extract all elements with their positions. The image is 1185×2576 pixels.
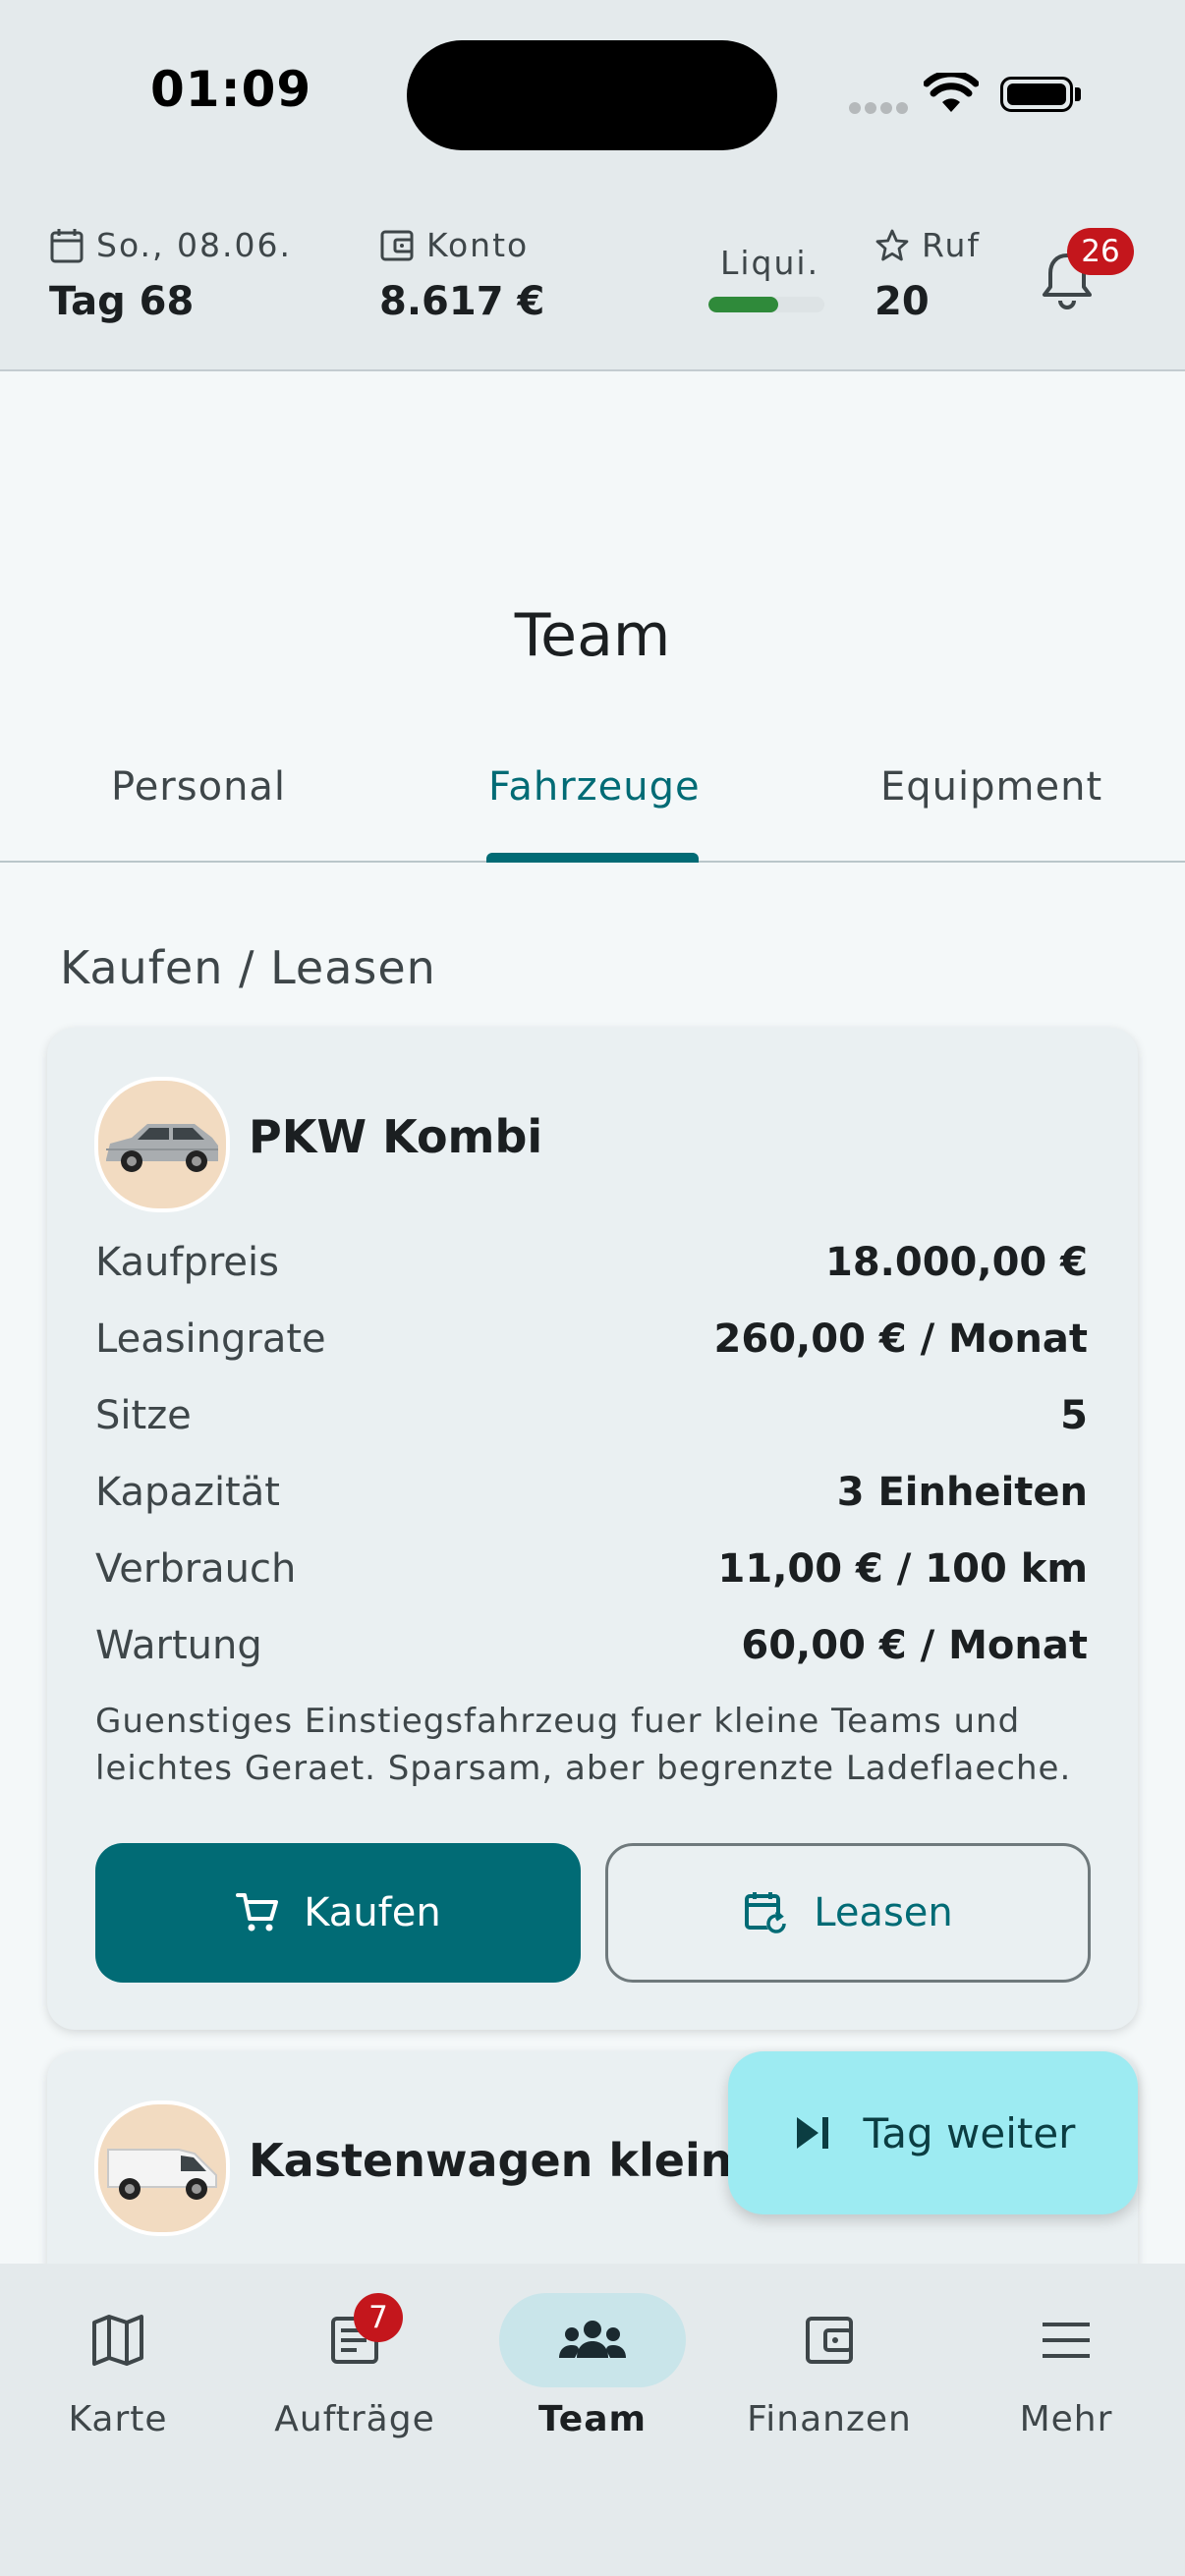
station-wagon-icon <box>106 1124 218 1172</box>
spec-row: Verbrauch 11,00 € / 100 km <box>95 1546 1088 1605</box>
page-title: Team <box>514 601 671 670</box>
spec-row: Wartung 60,00 € / Monat <box>95 1623 1088 1682</box>
van-image <box>94 2100 230 2236</box>
spec-value: 260,00 € / Monat <box>713 1316 1088 1362</box>
clock: 01:09 <box>150 61 312 118</box>
reputation-value: 20 <box>875 279 930 324</box>
status-bar: 01:09 <box>0 0 1185 196</box>
nav-auftraege[interactable]: Aufträge <box>237 2264 473 2460</box>
cart-icon <box>236 1893 279 1932</box>
liquidity-bar <box>708 297 824 312</box>
section-title: Kaufen / Leasen <box>60 941 436 994</box>
spec-value: 60,00 € / Monat <box>741 1623 1088 1668</box>
date-stat: So., 08.06. <box>49 226 292 264</box>
wallet-icon <box>380 230 414 260</box>
liquidity-bar-fill <box>708 297 778 312</box>
next-day-button[interactable]: Tag weiter <box>728 2051 1138 2214</box>
vehicle-description: Guenstiges Einstiegsfahrzeug fuer kleine… <box>95 1702 1072 1788</box>
vehicle-card: PKW Kombi Kaufpreis 18.000,00 € Leasingra… <box>47 1028 1138 2030</box>
menu-icon <box>1043 2323 1090 2358</box>
spec-row: Sitze 5 <box>95 1393 1088 1452</box>
reputation-stat: Ruf <box>875 226 981 264</box>
spec-label: Verbrauch <box>95 1546 297 1592</box>
spec-label: Sitze <box>95 1393 192 1438</box>
next-day-label: Tag weiter <box>863 2108 1076 2157</box>
date-label: So., 08.06. <box>96 226 292 264</box>
map-icon <box>92 2315 143 2366</box>
game-stats-header: So., 08.06. Tag 68 Konto 8.617 € Liqui. … <box>0 196 1185 371</box>
nav-label: Karte <box>68 2399 168 2439</box>
wallet-icon <box>806 2317 853 2364</box>
skip-next-icon <box>796 2117 828 2149</box>
nav-karte[interactable]: Karte <box>0 2264 236 2460</box>
account-stat: Konto <box>379 226 529 264</box>
battery-icon <box>1000 77 1073 112</box>
buy-button[interactable]: Kaufen <box>95 1843 581 1983</box>
spec-label: Leasingrate <box>95 1316 326 1362</box>
account-value: 8.617 € <box>379 279 545 324</box>
spec-label: Kaufpreis <box>95 1240 279 1285</box>
dynamic-island <box>407 40 777 150</box>
spec-value: 3 Einheiten <box>836 1470 1088 1515</box>
nav-team[interactable]: Team <box>475 2264 710 2460</box>
buy-button-label: Kaufen <box>304 1890 441 1935</box>
bottom-navigation: Karte Aufträge 7 Team Finanzen Mehr <box>0 2264 1185 2576</box>
vehicle-name: PKW Kombi <box>249 1110 543 1163</box>
spec-label: Kapazität <box>95 1470 280 1515</box>
orders-badge: 7 <box>354 2293 403 2342</box>
tab-bar: Personal Fahrzeuge Equipment <box>0 727 1185 863</box>
car-image <box>94 1077 230 1212</box>
team-icon <box>559 2321 626 2358</box>
nav-label: Team <box>538 2399 647 2439</box>
spec-value: 5 <box>1060 1393 1088 1438</box>
calendar-repeat-icon <box>745 1892 787 1933</box>
reputation-label: Ruf <box>922 226 981 264</box>
nav-label: Aufträge <box>274 2399 435 2439</box>
spec-row: Kapazität 3 Einheiten <box>95 1470 1088 1529</box>
tab-personal[interactable]: Personal <box>111 764 286 810</box>
spec-value: 18.000,00 € <box>825 1240 1088 1285</box>
spec-label: Wartung <box>95 1623 262 1668</box>
active-tab-indicator <box>486 853 699 863</box>
liquidity-label: Liqui. <box>720 244 820 282</box>
day-value: Tag 68 <box>49 279 195 324</box>
nav-finanzen[interactable]: Finanzen <box>711 2264 947 2460</box>
tab-fahrzeuge[interactable]: Fahrzeuge <box>488 764 701 810</box>
account-label: Konto <box>426 226 530 264</box>
lease-button[interactable]: Leasen <box>605 1843 1091 1983</box>
nav-mehr[interactable]: Mehr <box>948 2264 1184 2460</box>
wifi-icon <box>924 73 979 112</box>
star-icon <box>875 229 909 260</box>
nav-label: Finanzen <box>747 2399 912 2439</box>
spec-value: 11,00 € / 100 km <box>717 1546 1088 1592</box>
nav-label: Mehr <box>1019 2399 1113 2439</box>
tab-equipment[interactable]: Equipment <box>880 764 1102 810</box>
vehicle-name: Kastenwagen klein <box>249 2134 733 2187</box>
calendar-icon <box>50 228 84 262</box>
van-icon <box>107 2149 217 2200</box>
notification-badge: 26 <box>1067 228 1134 275</box>
spec-row: Kaufpreis 18.000,00 € <box>95 1240 1088 1299</box>
lease-button-label: Leasen <box>814 1890 953 1935</box>
spec-row: Leasingrate 260,00 € / Monat <box>95 1316 1088 1375</box>
